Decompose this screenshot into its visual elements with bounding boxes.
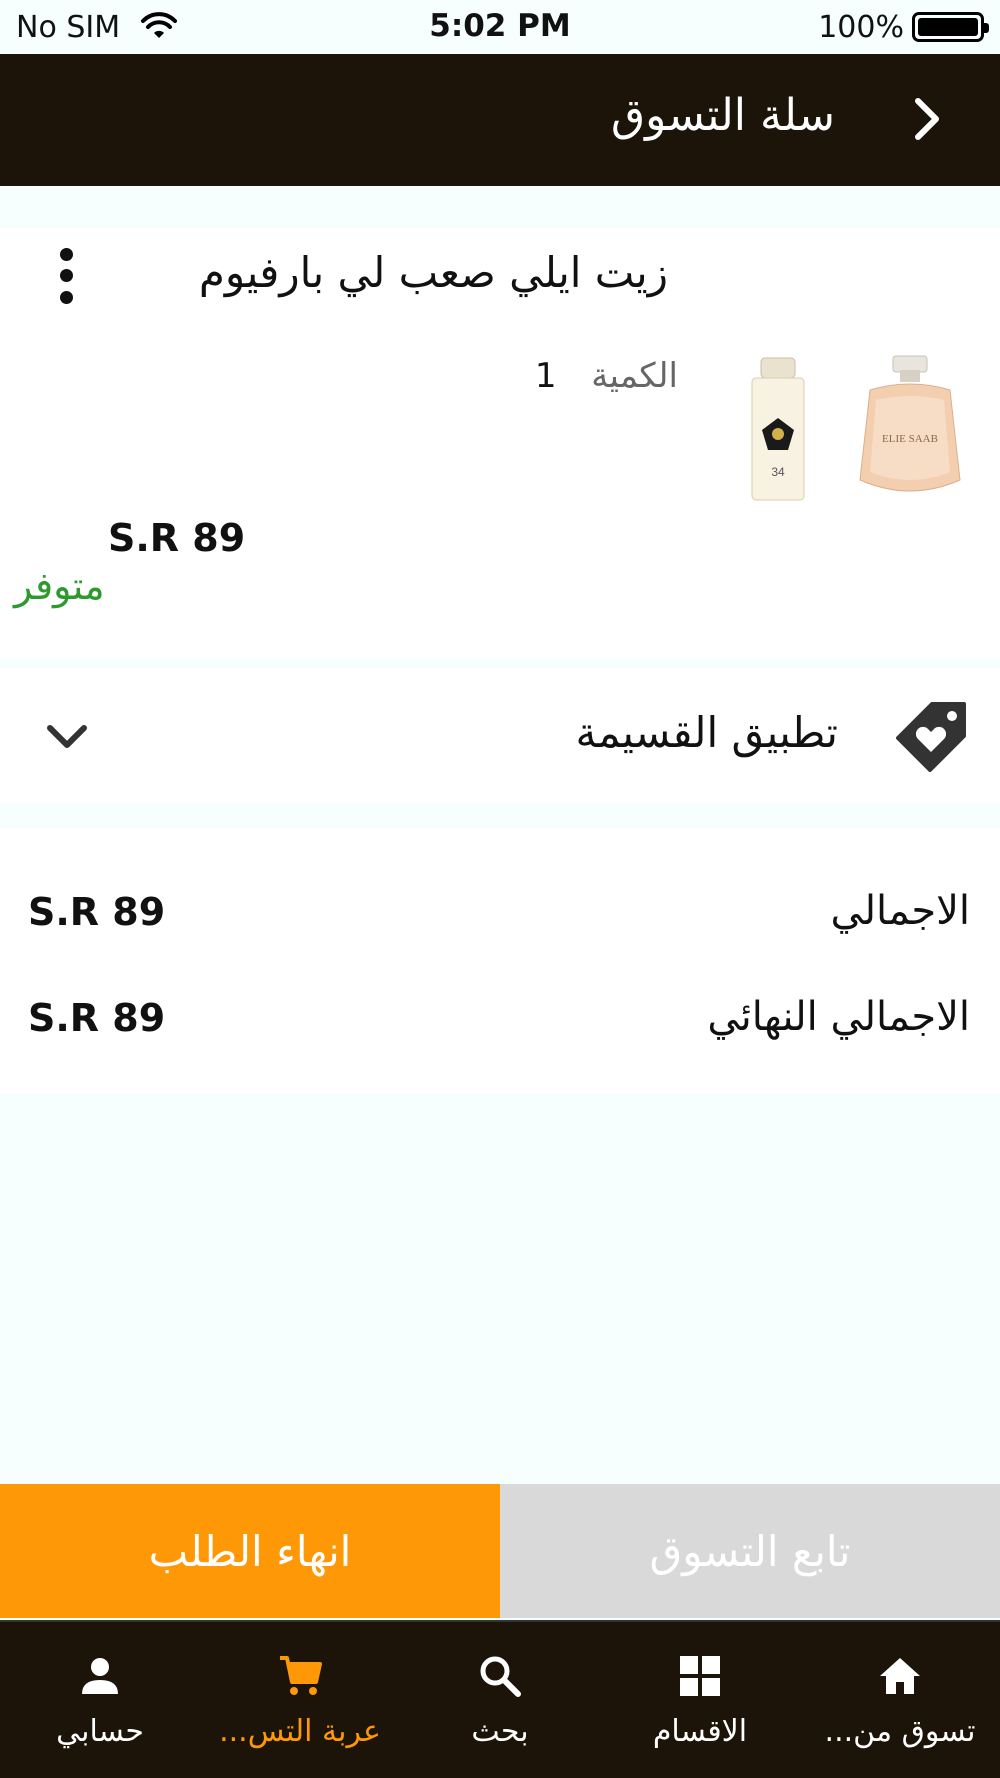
subtotal-label: الاجمالي [830,888,971,934]
more-dot-icon [59,290,73,304]
cart-item: زيت ايلي صعب لي بارفيوم ELIE SAAB 34 الك… [0,228,1000,658]
product-image[interactable]: ELIE SAAB 34 [720,352,970,512]
coupon-label: تطبيق القسيمة [575,708,838,757]
action-bar: انهاء الطلب تابع التسوق [0,1484,1000,1618]
more-dot-icon [59,248,73,262]
subtotal-value: S.R 89 [28,890,166,934]
tab-home[interactable]: تسوق من... [800,1622,1000,1778]
header: سلة التسوق [0,54,1000,186]
subtotal-row: الاجمالي S.R 89 [0,888,1000,948]
bottle-brand-text: ELIE SAAB [882,433,938,445]
cart-icon [280,1656,322,1695]
coupon-row[interactable]: تطبيق القسيمة [0,668,1000,802]
tab-label: الاقسام [652,1714,748,1749]
quantity-label: الكمية [591,356,678,396]
home-icon [880,1658,920,1694]
tag-heart-icon [896,702,966,772]
checkout-button[interactable]: انهاء الطلب [0,1484,500,1618]
tab-label: عربة التس... [219,1714,381,1749]
grand-total-value: S.R 89 [28,996,166,1040]
grand-total-label: الاجمالي النهائي [707,994,970,1040]
chevron-right-icon [915,98,939,140]
battery-icon [912,12,989,42]
grid-icon [680,1656,720,1696]
quantity-value: 1 [534,356,557,396]
tab-cart[interactable]: عربة التس... [200,1622,400,1778]
person-icon [82,1658,118,1694]
search-icon [480,1656,521,1697]
tab-label: تسوق من... [824,1714,976,1749]
tab-label: حسابي [56,1714,144,1749]
page-title: سلة التسوق [610,90,835,141]
tab-account[interactable]: حسابي [0,1622,200,1778]
tab-categories[interactable]: الاقسام [600,1622,800,1778]
tab-bar: حسابي عربة التس... بحث الاقسام تسوق من..… [0,1620,1000,1778]
order-summary: الاجمالي S.R 89 الاجمالي النهائي S.R 89 [0,828,1000,1094]
grand-total-row: الاجمالي النهائي S.R 89 [0,994,1000,1054]
battery-percent: 100% [818,10,904,45]
product-name[interactable]: زيت ايلي صعب لي بارفيوم [199,248,668,297]
bottle-number-text: 34 [771,465,785,479]
back-button[interactable] [902,94,952,144]
stock-status: متوفر [14,564,105,608]
status-bar: No SIM 5:02 PM 100% [0,0,1000,54]
chevron-down-icon[interactable] [42,712,92,762]
tab-label: بحث [471,1714,529,1749]
more-dot-icon [59,269,73,283]
quantity: الكمية 1 [535,356,678,396]
tab-search[interactable]: بحث [400,1622,600,1778]
item-price: S.R 89 [108,516,246,560]
more-options-button[interactable] [48,244,84,308]
continue-shopping-button[interactable]: تابع التسوق [500,1484,1000,1618]
